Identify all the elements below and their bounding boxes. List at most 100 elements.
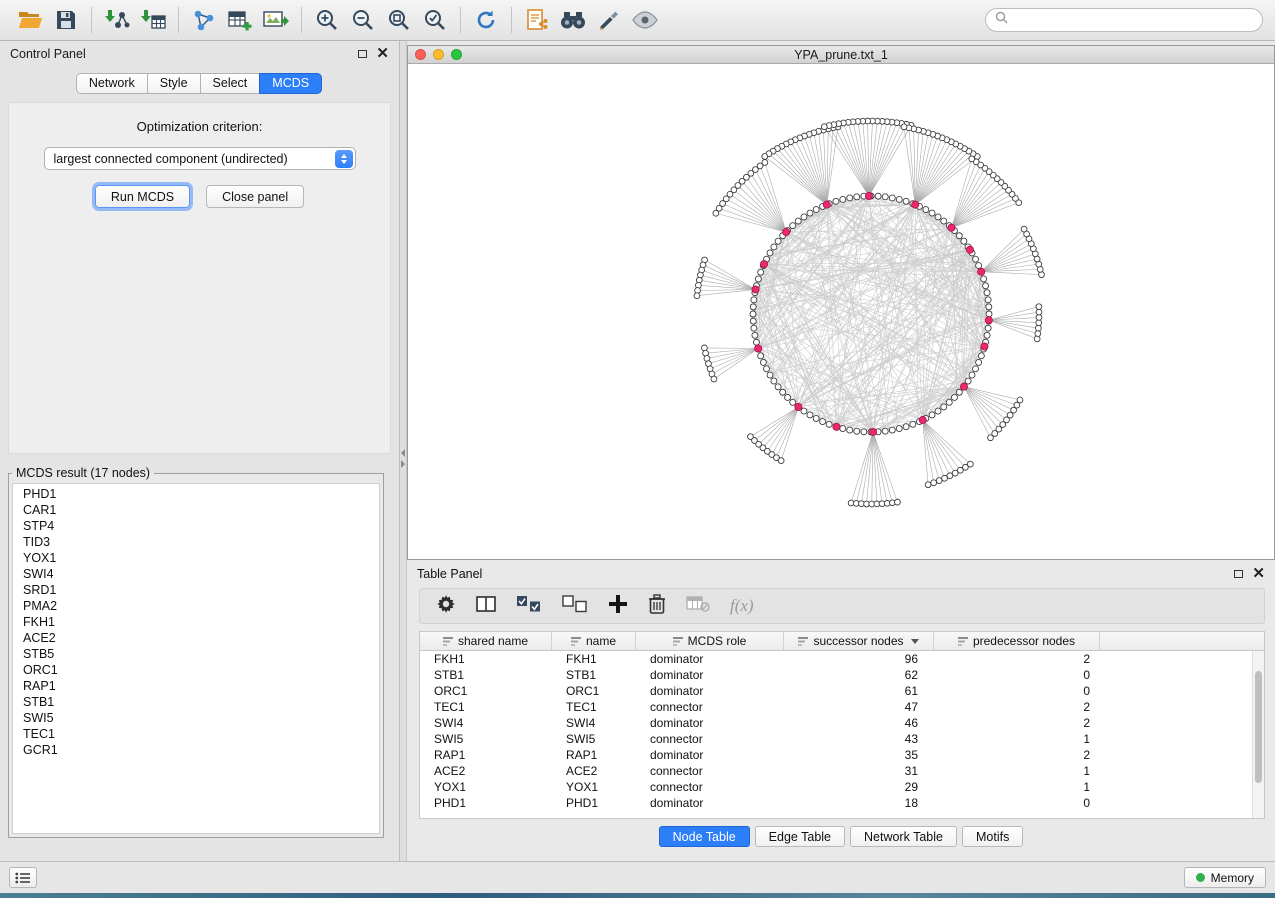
close-panel-button[interactable]: Close panel	[206, 185, 304, 208]
table-row[interactable]: FKH1FKH1dominator962	[420, 651, 1264, 667]
close-panel-icon[interactable]: ✕	[376, 49, 389, 59]
table-scrollbar[interactable]	[1252, 651, 1264, 818]
table-settings-icon[interactable]	[436, 594, 456, 619]
search-input[interactable]	[1014, 12, 1253, 28]
table-cell: YOX1	[420, 780, 552, 794]
zoom-fit-icon[interactable]	[381, 5, 417, 35]
table-cell: SWI5	[420, 732, 552, 746]
column-header-shared-name[interactable]: shared name	[420, 632, 552, 650]
mcds-result-item[interactable]: ORC1	[13, 662, 379, 678]
tab-motifs[interactable]: Motifs	[962, 826, 1023, 847]
column-header-name[interactable]: name	[552, 632, 636, 650]
table-cell: RAP1	[420, 748, 552, 762]
deselect-all-icon[interactable]	[562, 595, 588, 618]
zoom-in-icon[interactable]	[309, 5, 345, 35]
column-header-predecessor-nodes[interactable]: predecessor nodes	[934, 632, 1100, 650]
desktop-wallpaper-strip	[0, 893, 1275, 898]
function-builder-icon[interactable]: f(x)	[730, 596, 754, 616]
mcds-result-item[interactable]: PMA2	[13, 598, 379, 614]
select-all-icon[interactable]	[516, 595, 542, 618]
mcds-result-item[interactable]: SWI4	[13, 566, 379, 582]
new-network-icon[interactable]	[186, 5, 222, 35]
table-cell: 47	[784, 700, 934, 714]
tab-mcds[interactable]: MCDS	[259, 73, 322, 94]
float-panel-icon[interactable]	[358, 50, 367, 58]
tab-select[interactable]: Select	[200, 73, 261, 94]
filter-icon[interactable]	[591, 5, 627, 35]
mcds-result-item[interactable]: ACE2	[13, 630, 379, 646]
mcds-result-item[interactable]: STB5	[13, 646, 379, 662]
mcds-result-item[interactable]: SWI5	[13, 710, 379, 726]
mcds-result-item[interactable]: GCR1	[13, 742, 379, 758]
tab-style[interactable]: Style	[147, 73, 201, 94]
run-mcds-button[interactable]: Run MCDS	[95, 185, 190, 208]
import-network-icon[interactable]	[99, 5, 135, 35]
mcds-result-item[interactable]: PHD1	[13, 486, 379, 502]
table-row[interactable]: PHD1PHD1dominator180	[420, 795, 1264, 811]
mcds-result-item[interactable]: TEC1	[13, 726, 379, 742]
task-history-button[interactable]	[9, 867, 37, 888]
mcds-result-item[interactable]: STB1	[13, 694, 379, 710]
table-cell: connector	[636, 780, 784, 794]
maximize-window-icon[interactable]	[451, 49, 462, 60]
table-row[interactable]: SWI5SWI5connector431	[420, 731, 1264, 747]
toolbar-separator	[178, 7, 179, 33]
close-window-icon[interactable]	[415, 49, 426, 60]
float-table-panel-icon[interactable]	[1234, 570, 1243, 578]
panel-splitter[interactable]	[400, 41, 407, 861]
table-cell: SWI4	[552, 716, 636, 730]
network-view-window: YPA_prune.txt_1	[407, 45, 1275, 560]
tab-network[interactable]: Network	[76, 73, 148, 94]
table-cell: 1	[934, 780, 1100, 794]
main-toolbar	[0, 0, 1275, 41]
minimize-window-icon[interactable]	[433, 49, 444, 60]
optimization-criterion-select[interactable]: largest connected component (undirected)	[44, 147, 356, 170]
close-table-panel-icon[interactable]: ✕	[1252, 569, 1265, 579]
open-file-icon[interactable]	[12, 5, 48, 35]
mcds-result-item[interactable]: SRD1	[13, 582, 379, 598]
memory-label: Memory	[1211, 871, 1254, 885]
splitter-handle-icon[interactable]	[401, 449, 405, 468]
mcds-result-item[interactable]: CAR1	[13, 502, 379, 518]
table-row[interactable]: YOX1YOX1connector291	[420, 779, 1264, 795]
table-row[interactable]: ORC1ORC1dominator610	[420, 683, 1264, 699]
export-network-icon[interactable]	[519, 5, 555, 35]
search-box[interactable]	[985, 8, 1263, 32]
network-canvas[interactable]	[408, 64, 1274, 559]
show-hide-icon[interactable]	[627, 5, 663, 35]
table-row[interactable]: STB1STB1dominator620	[420, 667, 1264, 683]
mcds-result-item[interactable]: TID3	[13, 534, 379, 550]
table-cell: 46	[784, 716, 934, 730]
tab-node-table[interactable]: Node Table	[659, 826, 750, 847]
table-cell: 18	[784, 796, 934, 810]
new-table-icon[interactable]	[222, 5, 258, 35]
scrollbar-thumb[interactable]	[1255, 671, 1262, 783]
table-row[interactable]: ACE2ACE2connector311	[420, 763, 1264, 779]
table-cell: SWI5	[552, 732, 636, 746]
zoom-selected-icon[interactable]	[417, 5, 453, 35]
table-row[interactable]: RAP1RAP1dominator352	[420, 747, 1264, 763]
memory-button[interactable]: Memory	[1184, 867, 1266, 888]
table-row[interactable]: TEC1TEC1connector472	[420, 699, 1264, 715]
column-header-MCDS-role[interactable]: MCDS role	[636, 632, 784, 650]
tab-edge-table[interactable]: Edge Table	[755, 826, 845, 847]
import-table-icon[interactable]	[135, 5, 171, 35]
column-header-successor-nodes[interactable]: successor nodes	[784, 632, 934, 650]
mcds-result-item[interactable]: FKH1	[13, 614, 379, 630]
find-icon[interactable]	[555, 5, 591, 35]
mcds-result-item[interactable]: STP4	[13, 518, 379, 534]
table-cell: 31	[784, 764, 934, 778]
delete-column-icon[interactable]	[648, 594, 666, 619]
mcds-result-item[interactable]: YOX1	[13, 550, 379, 566]
add-column-icon[interactable]	[608, 594, 628, 619]
table-cell: 35	[784, 748, 934, 762]
show-columns-icon[interactable]	[476, 595, 496, 618]
refresh-icon[interactable]	[468, 5, 504, 35]
tab-network-table[interactable]: Network Table	[850, 826, 957, 847]
export-image-icon[interactable]	[258, 5, 294, 35]
table-row[interactable]: SWI4SWI4dominator462	[420, 715, 1264, 731]
save-session-icon[interactable]	[48, 5, 84, 35]
zoom-out-icon[interactable]	[345, 5, 381, 35]
node-table: shared namenameMCDS rolesuccessor nodesp…	[419, 631, 1265, 819]
mcds-result-item[interactable]: RAP1	[13, 678, 379, 694]
